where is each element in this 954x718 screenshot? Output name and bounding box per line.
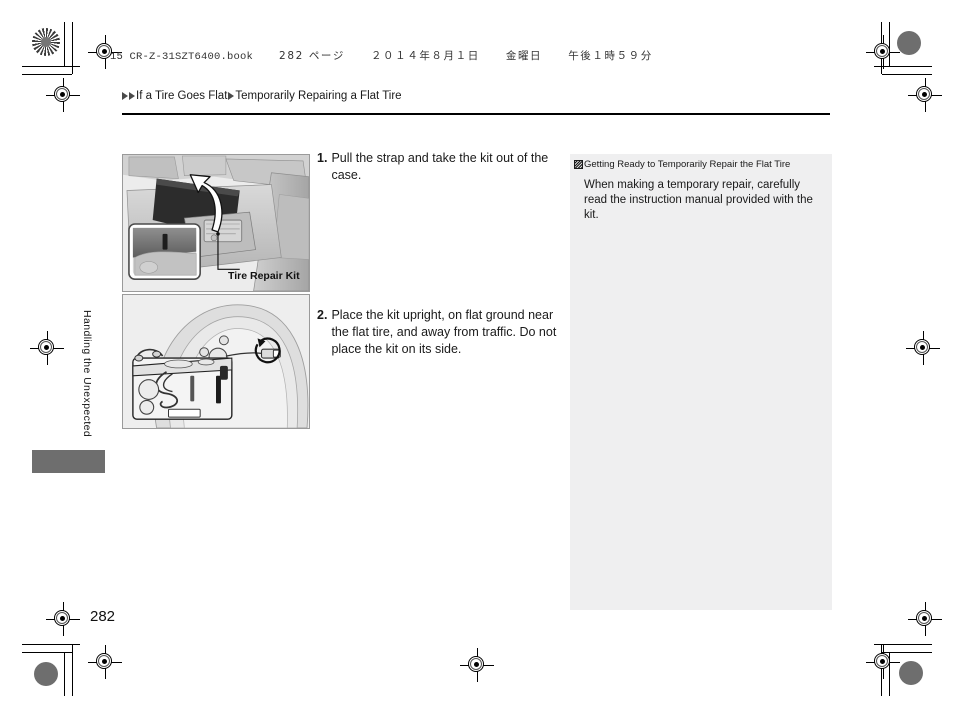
step-item: 1. Pull the strap and take the kit out o… bbox=[317, 150, 557, 184]
registration-target-icon bbox=[908, 602, 942, 636]
registration-target-icon bbox=[908, 78, 942, 112]
chapter-label: Handling the Unexpected bbox=[81, 310, 93, 438]
registration-target-icon bbox=[866, 35, 900, 69]
crop-mark bbox=[72, 644, 73, 696]
step-number: 1. bbox=[317, 151, 328, 165]
star-target-icon bbox=[32, 28, 60, 56]
step-number: 2. bbox=[317, 308, 328, 322]
note-panel-title: Getting Ready to Temporarily Repair the … bbox=[584, 159, 791, 170]
note-panel: Getting Ready to Temporarily Repair the … bbox=[570, 154, 832, 610]
registration-target-icon bbox=[46, 78, 80, 112]
page-number: 282 bbox=[90, 608, 116, 625]
breadcrumb-section[interactable]: If a Tire Goes Flat bbox=[136, 90, 227, 102]
figure-caption-tire-repair-kit: Tire Repair Kit bbox=[228, 270, 300, 282]
print-header-line: 15 CR-Z-31SZT6400.book 282 ページ ２０１４年８月１日… bbox=[110, 48, 653, 63]
breadcrumb: If a Tire Goes Flat Temporarily Repairin… bbox=[122, 90, 402, 102]
book-date: ２０１４年８月１日 bbox=[370, 50, 480, 62]
note-panel-body: When making a temporary repair, carefull… bbox=[584, 179, 813, 221]
color-density-patch-icon bbox=[34, 662, 58, 686]
registration-target-icon bbox=[30, 331, 64, 365]
book-time: 午後１時５９分 bbox=[568, 50, 653, 62]
step-text: Pull the strap and take the kit out of t… bbox=[331, 151, 549, 182]
triangle-right-icon bbox=[122, 92, 128, 100]
color-density-patch-icon bbox=[899, 661, 923, 685]
registration-target-icon bbox=[88, 645, 122, 679]
registration-target-icon bbox=[460, 648, 494, 682]
registration-target-icon bbox=[866, 645, 900, 679]
book-filename: 15 CR-Z-31SZT6400.book bbox=[110, 51, 254, 63]
reference-marker-icon bbox=[574, 160, 583, 169]
crop-mark bbox=[64, 22, 65, 66]
book-weekday: 金曜日 bbox=[505, 50, 543, 62]
color-density-patch-icon bbox=[897, 31, 921, 55]
breadcrumb-subsection[interactable]: Temporarily Repairing a Flat Tire bbox=[235, 90, 401, 102]
triangle-right-icon bbox=[129, 92, 135, 100]
chapter-tab-block bbox=[32, 450, 105, 473]
triangle-right-icon bbox=[228, 92, 235, 100]
crop-mark bbox=[882, 74, 932, 75]
crop-mark bbox=[72, 22, 73, 74]
step-item: 2. Place the kit upright, on flat ground… bbox=[317, 307, 557, 358]
crop-mark bbox=[64, 652, 65, 696]
step-text: Place the kit upright, on flat ground ne… bbox=[331, 308, 557, 356]
tire-repair-kit-illustration bbox=[122, 294, 310, 429]
note-panel-header: Getting Ready to Temporarily Repair the … bbox=[574, 159, 823, 171]
book-page-ref: 282 ページ bbox=[279, 50, 345, 62]
registration-target-icon bbox=[906, 331, 940, 365]
header-divider bbox=[122, 113, 830, 115]
crop-mark bbox=[22, 74, 72, 75]
step-list: 1. Pull the strap and take the kit out o… bbox=[317, 150, 557, 358]
registration-target-icon bbox=[46, 602, 80, 636]
